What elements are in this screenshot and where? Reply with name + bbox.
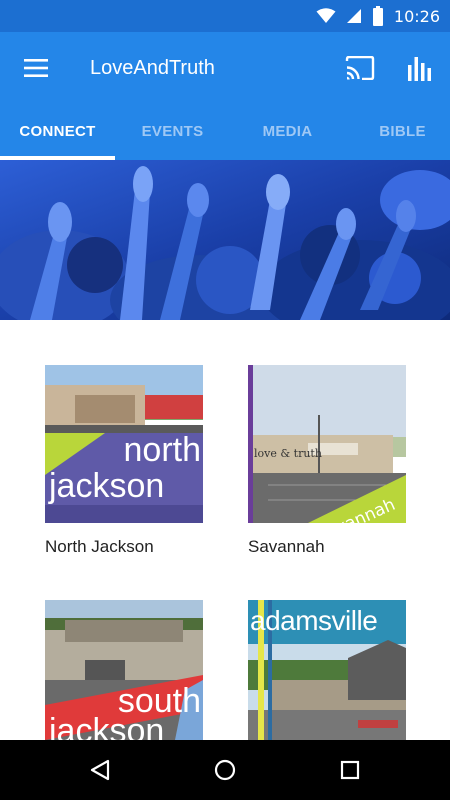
status-icons: 10:26 — [316, 0, 440, 32]
home-button[interactable] — [201, 746, 249, 794]
south-jackson-thumbnail: south jackson — [45, 600, 203, 740]
status-bar: 10:26 — [0, 0, 450, 32]
back-icon — [90, 759, 110, 781]
south-jackson-thumb-text-2: jackson — [49, 712, 165, 740]
home-icon — [214, 759, 236, 781]
clock-time: 10:26 — [393, 6, 440, 26]
tab-media[interactable]: MEDIA — [240, 104, 335, 160]
tab-bible[interactable]: BIBLE — [360, 104, 445, 160]
system-nav-bar — [0, 740, 450, 800]
tab-connect[interactable]: CONNECT — [0, 104, 115, 160]
wifi-icon — [316, 8, 336, 23]
battery-icon — [372, 6, 383, 26]
stats-button[interactable] — [398, 46, 442, 90]
app-title: LoveAndTruth — [90, 57, 215, 79]
bar-chart-icon — [408, 57, 431, 81]
north-jackson-thumb-text-2: jackson — [49, 467, 165, 505]
north-jackson-thumb-text-1: north — [123, 431, 202, 469]
north-jackson-thumbnail: north jackson — [45, 365, 203, 523]
location-card-savannah[interactable]: love & truth Savannah Savannah — [248, 365, 406, 565]
worship-crowd-image — [0, 160, 450, 320]
back-button[interactable] — [76, 746, 124, 794]
recents-icon — [340, 760, 360, 780]
cell-signal-icon — [346, 9, 361, 23]
adamsville-thumbnail: adamsville — [248, 600, 406, 740]
app-bar: LoveAndTruth — [0, 32, 450, 104]
savannah-thumb-text-1: love & truth — [254, 447, 322, 460]
tab-events[interactable]: EVENTS — [115, 104, 230, 160]
tab-bar: CONNECT EVENTS MEDIA BIBLE — [0, 104, 450, 160]
menu-icon — [24, 59, 48, 77]
adamsville-thumb-text: adamsville — [250, 605, 378, 636]
savannah-thumbnail: love & truth Savannah — [248, 365, 406, 523]
menu-button[interactable] — [14, 46, 58, 90]
hero-banner — [0, 160, 450, 320]
location-name-north-jackson: North Jackson — [45, 537, 154, 556]
cast-icon — [345, 56, 375, 80]
location-card-north-jackson[interactable]: north jackson North Jackson — [45, 365, 203, 565]
recents-button[interactable] — [326, 746, 374, 794]
cast-button[interactable] — [338, 46, 382, 90]
location-card-adamsville[interactable]: adamsville — [248, 600, 406, 740]
app-screen: 10:26 LoveAndTruth CONNECT EVENTS MEDIA … — [0, 0, 450, 800]
location-name-savannah: Savannah — [248, 537, 325, 556]
location-card-south-jackson[interactable]: south jackson — [45, 600, 203, 740]
